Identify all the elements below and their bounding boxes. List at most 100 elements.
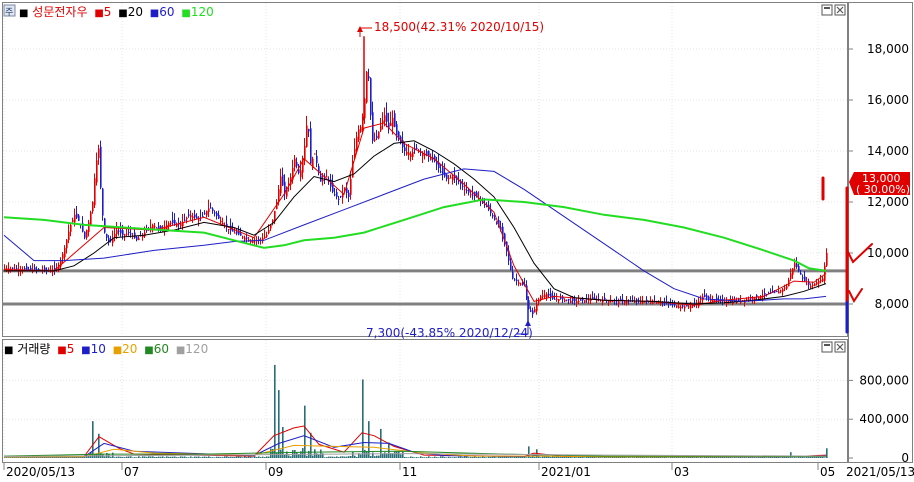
volume-bar: [170, 456, 172, 458]
price-legend: 주 ■ 성문전자우 ■5 ■20 ■60 ■120: [3, 4, 214, 19]
candle-body: [326, 176, 328, 178]
candle-body: [784, 287, 786, 289]
volume-bar: [430, 457, 432, 458]
volume-bar: [206, 456, 208, 458]
volume-bar: [752, 457, 754, 458]
candle-body: [792, 268, 794, 275]
volume-bar: [454, 456, 456, 458]
volume-bar: [422, 457, 424, 458]
volume-bar: [314, 449, 316, 458]
candle-body: [74, 214, 76, 223]
maximize-icon[interactable]: [821, 4, 833, 16]
candle-body: [450, 177, 452, 179]
candle-body: [350, 179, 352, 195]
legend-square: ■: [19, 8, 28, 19]
volume-bar: [180, 456, 182, 458]
legend-vma120: 120: [185, 342, 208, 356]
volume-bar: [444, 457, 446, 458]
candle-body: [232, 230, 234, 232]
volume-bar: [368, 421, 370, 458]
volume-bar: [154, 456, 156, 458]
volume-bar: [496, 457, 498, 458]
volume-bar: [252, 457, 254, 458]
volume-bar: [332, 456, 334, 458]
legend-ma120: 120: [191, 5, 214, 19]
legend-toggle-glyph: 주: [5, 7, 13, 18]
volume-bar: [176, 457, 178, 458]
candle-body: [206, 210, 208, 216]
candle-body: [234, 232, 236, 234]
volume-bar: [530, 456, 532, 458]
candle-body: [246, 237, 248, 239]
volume-bar: [248, 456, 250, 458]
volume-tick-label: 400,000: [859, 412, 909, 426]
volume-bar: [432, 457, 434, 458]
volume-bar: [178, 457, 180, 458]
candle-body: [818, 281, 820, 284]
volume-bar: [378, 455, 380, 458]
candle-body: [136, 236, 138, 241]
candle-body: [98, 148, 100, 159]
candle-body: [704, 294, 706, 298]
x-tick-label: 09: [268, 465, 283, 479]
volume-bar: [204, 456, 206, 458]
axis-panel: [848, 2, 913, 463]
volume-bar: [764, 457, 766, 458]
candle-body: [568, 298, 570, 301]
volume-bar: [560, 456, 562, 458]
candle-body: [786, 286, 788, 289]
candle-body: [534, 309, 536, 313]
candle-body: [96, 160, 98, 183]
candle-body: [806, 283, 808, 285]
candle-body: [76, 213, 78, 218]
volume-bar: [92, 421, 94, 458]
candle-body: [88, 222, 90, 232]
volume-bar: [526, 457, 528, 458]
candle-body: [404, 147, 406, 151]
volume-bar: [486, 457, 488, 458]
volume-bar: [172, 456, 174, 458]
maximize-icon[interactable]: [821, 341, 833, 353]
volume-bar: [360, 454, 362, 458]
candle-body: [374, 139, 376, 141]
candle-body: [588, 299, 590, 301]
volume-bar: [412, 456, 414, 458]
candle-body: [348, 192, 350, 197]
candle-body: [708, 296, 710, 299]
candle-body: [84, 231, 86, 238]
volume-bar: [414, 457, 416, 458]
price-panel: [2, 2, 848, 337]
volume-bar: [376, 455, 378, 458]
candle-body: [642, 301, 644, 304]
volume-bar: [404, 456, 406, 458]
candle-body: [66, 239, 68, 249]
volume-bar: [540, 457, 542, 458]
volume-bar: [732, 457, 734, 458]
candle-body: [268, 230, 270, 234]
candle-body: [218, 214, 220, 219]
legend-ma20: 20: [128, 5, 143, 19]
volume-bar: [548, 456, 550, 458]
candle-body: [376, 135, 378, 139]
x-tick-label: 07: [124, 465, 139, 479]
volume-bar: [792, 457, 794, 458]
candle-body: [814, 283, 816, 286]
candle-body: [678, 306, 680, 309]
volume-legend: ■ 거래량 ■5 ■10 ■20 ■60 ■120: [4, 342, 208, 356]
volume-bar: [824, 457, 826, 458]
volume-bar: [116, 456, 118, 458]
volume-bar: [478, 456, 480, 458]
candle-body: [510, 261, 512, 270]
candle-body: [100, 146, 102, 188]
volume-bar: [790, 452, 792, 458]
volume-bar: [124, 457, 126, 458]
candle-body: [190, 215, 192, 217]
volume-bar: [328, 456, 330, 458]
volume-bar: [184, 456, 186, 458]
candle-body: [564, 299, 566, 302]
volume-bar: [662, 457, 664, 458]
candle-body: [492, 214, 494, 217]
candle-body: [192, 216, 194, 219]
volume-bar: [190, 456, 192, 458]
candle-body: [210, 207, 212, 209]
